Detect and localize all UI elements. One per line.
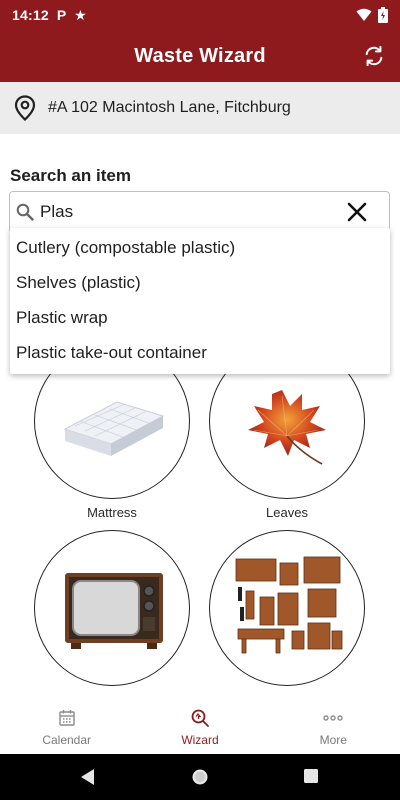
app-bar: Waste Wizard	[0, 30, 400, 82]
wifi-icon	[356, 8, 372, 21]
calendar-icon	[58, 707, 76, 729]
wizard-search-icon	[190, 707, 210, 729]
address-text: #A 102 Macintosh Lane, Fitchburg	[48, 99, 291, 116]
clear-icon[interactable]	[345, 200, 369, 224]
status-bar-left: 14:12 P ★	[12, 7, 87, 24]
p-icon: P	[56, 7, 67, 23]
tile-label: Leaves	[266, 505, 308, 520]
home-icon[interactable]	[191, 768, 209, 786]
app-title: Waste Wizard	[134, 44, 266, 67]
system-nav-bar	[0, 754, 400, 800]
suggestion-item[interactable]: Shelves (plastic)	[10, 265, 390, 300]
tile-label: Mattress	[87, 505, 137, 520]
location-pin-icon	[14, 95, 36, 121]
search-input[interactable]	[40, 202, 330, 222]
search-icon	[16, 203, 34, 221]
nav-label: Wizard	[181, 733, 219, 747]
more-dots-icon	[323, 707, 344, 729]
battery-icon	[378, 7, 388, 23]
tile-furniture[interactable]	[209, 530, 365, 686]
suggestion-item[interactable]: Plastic wrap	[10, 300, 390, 335]
star-icon: ★	[74, 6, 87, 23]
nav-calendar[interactable]: Calendar	[0, 700, 133, 754]
television-image	[65, 573, 163, 649]
suggestions-dropdown: Cutlery (compostable plastic) Shelves (p…	[10, 228, 390, 374]
nav-label: More	[319, 733, 347, 747]
nav-more[interactable]: More	[267, 700, 400, 754]
back-icon[interactable]	[80, 768, 96, 786]
nav-label: Calendar	[42, 733, 92, 747]
refresh-icon[interactable]	[360, 42, 388, 70]
furniture-image	[235, 556, 343, 654]
status-time: 14:12	[12, 7, 49, 23]
search-box[interactable]	[9, 191, 390, 233]
recents-icon[interactable]	[303, 768, 319, 784]
status-bar: 14:12 P ★	[0, 0, 400, 30]
suggestion-item[interactable]: Plastic take-out container	[10, 335, 390, 370]
bottom-nav: Calendar Wizard More	[0, 700, 400, 754]
search-heading: Search an item	[10, 166, 131, 185]
address-bar[interactable]: #A 102 Macintosh Lane, Fitchburg	[0, 82, 400, 134]
nav-wizard[interactable]: Wizard	[133, 700, 266, 754]
tile-television[interactable]	[34, 530, 190, 686]
suggestion-item[interactable]: Cutlery (compostable plastic)	[10, 230, 390, 265]
status-bar-right	[356, 7, 388, 23]
